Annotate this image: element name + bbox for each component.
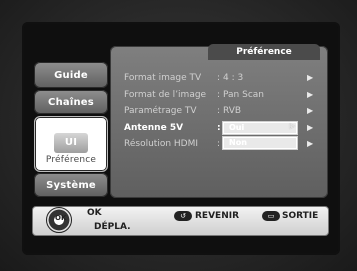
- setting-colon: :: [217, 123, 221, 133]
- panel-title: Préférence: [208, 44, 320, 60]
- right-triangle-icon: ▶: [307, 106, 314, 115]
- dropdown-option-non[interactable]: Non: [222, 136, 298, 150]
- dropdown-caret-icon: ▷: [289, 122, 295, 130]
- dropdown-option-oui[interactable]: Oui ▷: [222, 121, 298, 135]
- setting-colon: :: [217, 106, 221, 116]
- preference-icon-label: UI: [64, 137, 78, 148]
- setting-value: 4 : 3: [223, 73, 244, 83]
- tab-preference-label: Préférence: [45, 155, 97, 165]
- setting-value: RVB: [223, 106, 242, 116]
- preference-icon: UI: [54, 133, 88, 153]
- dropdown-option-label: Non: [229, 138, 247, 147]
- setting-label: Format de l’image: [124, 90, 207, 100]
- dpad-center-label: OK: [55, 214, 67, 222]
- setting-colon: :: [217, 90, 221, 100]
- right-triangle-icon: ▶: [307, 123, 314, 132]
- setting-colon: :: [217, 139, 221, 149]
- setting-label: Format image TV: [124, 73, 202, 83]
- right-triangle-icon: ▶: [307, 139, 314, 148]
- dpad-icon: OK: [46, 207, 72, 233]
- back-icon: ↺: [174, 211, 192, 221]
- dropdown-option-label: Oui: [229, 123, 245, 132]
- setting-row-parametrage-tv[interactable]: Paramétrage TV : RVB ▶: [124, 106, 324, 120]
- exit-icon: ▭: [262, 211, 280, 221]
- tab-chaines[interactable]: Chaînes: [34, 90, 108, 114]
- setting-row-format-image[interactable]: Format de l’image : Pan Scan ▶: [124, 90, 324, 104]
- tab-preference[interactable]: UI Préférence: [34, 116, 108, 172]
- setting-label: Résolution HDMI: [124, 139, 199, 149]
- panel-title-text: Préférence: [236, 47, 292, 57]
- setting-colon: :: [217, 73, 221, 83]
- help-revenir-label: REVENIR: [195, 211, 240, 221]
- help-ok-label: OK: [87, 208, 102, 218]
- setting-row-format-image-tv[interactable]: Format image TV : 4 : 3 ▶: [124, 73, 324, 87]
- right-triangle-icon: ▶: [307, 73, 314, 82]
- right-triangle-icon: ▶: [307, 90, 314, 99]
- tab-guide[interactable]: Guide: [34, 62, 108, 88]
- tab-chaines-label: Chaînes: [48, 96, 94, 108]
- tab-systeme-label: Système: [46, 179, 96, 191]
- tab-systeme[interactable]: Système: [34, 173, 108, 197]
- help-sortie-label: SORTIE: [282, 211, 319, 221]
- setting-label: Antenne 5V: [124, 123, 184, 133]
- tab-guide-label: Guide: [54, 69, 88, 81]
- tv-screen: Guide Chaînes UI Préférence Système Préf…: [0, 0, 357, 271]
- help-depla-label: DÉPLA.: [94, 222, 131, 232]
- setting-value: Pan Scan: [223, 90, 264, 100]
- setting-label: Paramétrage TV: [124, 106, 197, 116]
